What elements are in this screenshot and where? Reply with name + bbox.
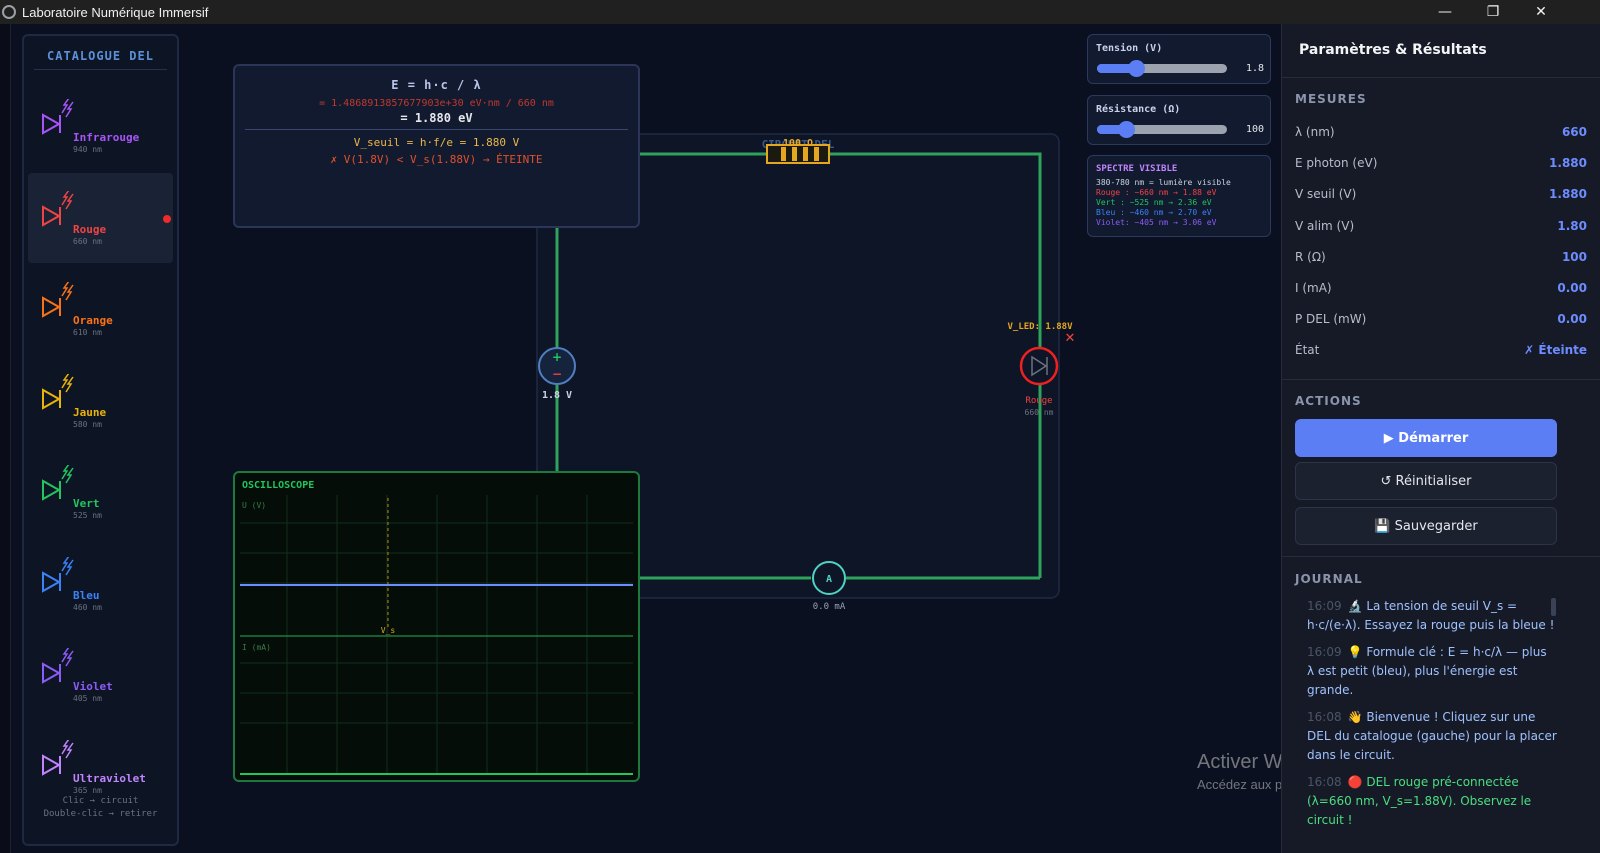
spectrum-line: Violet: ~405 nm → 3.06 eV [1096, 218, 1217, 227]
formula-panel: E = h·c / λ = 1.4868913857677903e+30 eV·… [233, 64, 640, 228]
measure-label: P DEL (mW) [1295, 312, 1367, 327]
measure-value: 100 [1561, 249, 1587, 264]
start-button[interactable]: ▶ Démarrer [1295, 419, 1557, 457]
resistance-slider-handle[interactable] [1117, 121, 1135, 138]
measure-row: P DEL (mW) 0.00 [1295, 312, 1587, 332]
spectrum-line: Vert : ~525 nm → 2.36 eV [1096, 198, 1212, 207]
formula-calculation: = 1.4868913857677903e+30 eV·nm / 660 nm [319, 98, 554, 109]
measure-value: ✗ Éteinte [1524, 343, 1587, 358]
journal-time: 16:08 [1307, 710, 1342, 724]
journal-entry: 16:09 💡 Formule clé : E = h·c/λ — plus λ … [1295, 643, 1557, 700]
reset-button[interactable]: ↺ Réinitialiser [1295, 462, 1557, 500]
save-button[interactable]: 💾 Sauvegarder [1295, 507, 1557, 545]
tension-control: Tension (V) 1.8 [1087, 34, 1271, 84]
ammeter-symbol: A [826, 574, 832, 585]
measure-label: V alim (V) [1295, 218, 1355, 233]
measure-label: V seuil (V) [1295, 187, 1357, 202]
measure-value: 0.00 [1557, 281, 1587, 295]
journal-time: 16:09 [1307, 599, 1342, 613]
measure-label: État [1295, 343, 1320, 358]
circuit-led-wavelength: 660 nm [1025, 408, 1054, 417]
tension-slider-handle[interactable] [1128, 60, 1145, 77]
journal-section-label: JOURNAL [1295, 572, 1363, 586]
oscilloscope: OSCILLOSCOPE U (V) I (mA) V_s [233, 471, 640, 782]
tension-slider[interactable] [1097, 60, 1227, 77]
journal-text: 🔬 La tension de seuil V_s = h·c/(e·λ). E… [1307, 599, 1555, 632]
source-voltage-label: 1.8 V [542, 390, 572, 401]
panel-title: Paramètres & Résultats [1299, 42, 1487, 58]
formula-energy: = 1.880 eV [400, 111, 473, 125]
actions-section-label: ACTIONS [1295, 394, 1362, 408]
formula-divider [245, 129, 628, 130]
circuit-led-name: Rouge [1025, 396, 1052, 406]
oscilloscope-screen: U (V) I (mA) V_s [240, 495, 633, 775]
resistor-label: 100 Ω [783, 138, 813, 149]
measure-value: 660 [1561, 125, 1587, 139]
journal-entry: 16:08 🔴 DEL rouge pré-connectée (λ=660 nm… [1295, 773, 1557, 830]
measure-row: État ✗ Éteinte [1295, 343, 1587, 363]
measure-row: λ (nm) 660 [1295, 125, 1587, 145]
section-divider [1282, 379, 1600, 380]
oscilloscope-u-label: U (V) [242, 501, 266, 510]
measure-label: R (Ω) [1295, 249, 1326, 264]
oscilloscope-i-label: I (mA) [242, 643, 271, 652]
measure-value: 1.80 [1557, 218, 1587, 233]
measure-row: E photon (eV) 1.880 [1295, 156, 1587, 176]
spectrum-line: Rouge : ~660 nm → 1.88 eV [1096, 188, 1217, 197]
resistance-slider[interactable] [1097, 121, 1227, 138]
panel-header: Paramètres & Résultats [1282, 24, 1600, 78]
journal-log[interactable]: 16:09 🔬 La tension de seuil V_s = h·c/(e·… [1295, 597, 1557, 853]
spectrum-line: Bleu : ~460 nm → 2.70 eV [1096, 208, 1212, 217]
threshold-label: V_s [381, 626, 396, 635]
resistance-value: 100 [1245, 124, 1264, 135]
spectrum-info-box: SPECTRE VISIBLE 380-780 nm = lumière vis… [1087, 155, 1271, 237]
resistance-label: Résistance (Ω) [1096, 104, 1181, 115]
journal-time: 16:08 [1307, 775, 1342, 789]
spectrum-title: SPECTRE VISIBLE [1096, 164, 1178, 174]
source-minus-sign: − [552, 367, 562, 381]
formula-threshold: V_seuil = h·f/e = 1.880 V [353, 136, 520, 149]
measure-value: 0.00 [1557, 312, 1587, 327]
measure-row: V alim (V) 1.80 [1295, 219, 1587, 239]
measure-value: 1.880 [1549, 187, 1587, 202]
journal-time: 16:09 [1307, 645, 1342, 659]
journal-text: 👋 Bienvenue ! Cliquez sur une DEL du cat… [1307, 710, 1557, 762]
resistance-control: Résistance (Ω) 100 [1087, 95, 1271, 145]
journal-entry: 16:09 🔬 La tension de seuil V_s = h·c/(e·… [1295, 597, 1557, 635]
close-button[interactable]: ✕ [1517, 0, 1565, 24]
mesures-section-label: MESURES [1295, 92, 1367, 106]
source-plus-sign: + [552, 350, 562, 364]
section-divider [1282, 556, 1600, 557]
measure-label: I (mA) [1295, 281, 1332, 295]
tension-label: Tension (V) [1096, 43, 1163, 54]
minimize-button[interactable]: — [1421, 0, 1469, 24]
formula-comparison: ✗ V(1.8V) < V_s(1.88V) → ÉTEINTE [330, 153, 543, 166]
led-voltage-label: V_LED: 1.88V [1007, 322, 1073, 332]
measure-row: I (mA) 0.00 [1295, 281, 1587, 301]
led-off-icon: ✕ [1065, 331, 1076, 346]
formula-title: E = h·c / λ [391, 78, 482, 92]
measure-row: R (Ω) 100 [1295, 250, 1587, 270]
spectrum-line: 380-780 nm = lumière visible [1096, 178, 1231, 187]
maximize-button[interactable]: ❐ [1469, 0, 1517, 24]
circuit-led[interactable] [1019, 346, 1059, 386]
journal-scrollbar[interactable] [1551, 598, 1556, 616]
measure-row: V seuil (V) 1.880 [1295, 187, 1587, 207]
tension-value: 1.8 [1245, 63, 1264, 74]
oscilloscope-grid [240, 495, 633, 773]
ammeter-value: 0.0 mA [813, 602, 846, 612]
measure-label: E photon (eV) [1295, 156, 1378, 171]
measure-value: 1.880 [1549, 156, 1587, 171]
measure-label: λ (nm) [1295, 125, 1335, 139]
journal-entry: 16:08 👋 Bienvenue ! Cliquez sur une DEL d… [1295, 708, 1557, 765]
journal-text: 💡 Formule clé : E = h·c/λ — plus λ est p… [1307, 645, 1547, 697]
results-panel: Paramètres & Résultats MESURES λ (nm) 660… [1281, 24, 1600, 853]
